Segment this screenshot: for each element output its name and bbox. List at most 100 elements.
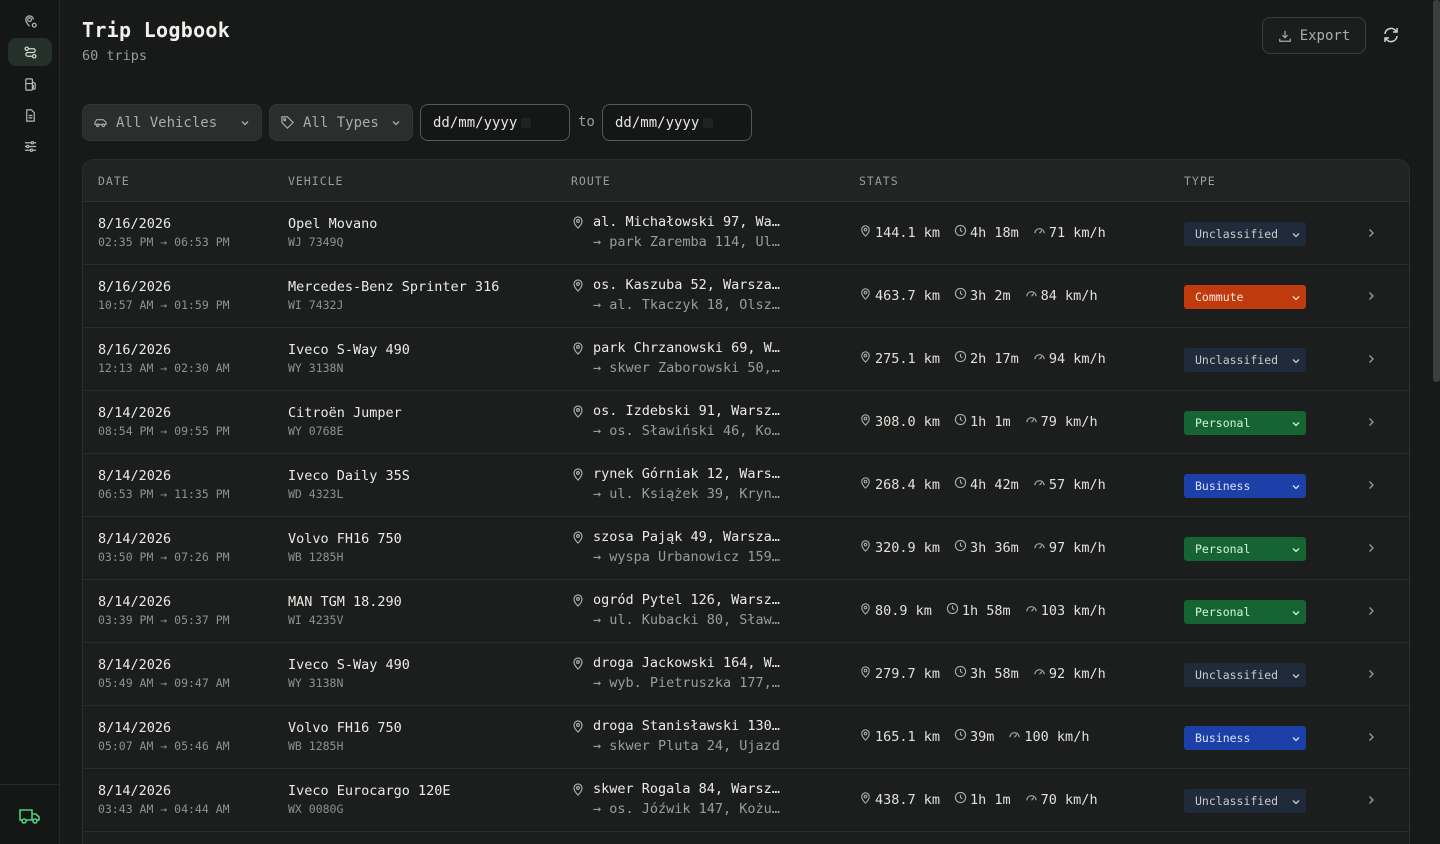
- trip-time-range: 05:07 AM → 05:46 AM: [98, 739, 230, 753]
- map-pin-icon: [571, 340, 585, 355]
- date-to-input[interactable]: dd/mm/yyyy: [602, 104, 752, 141]
- route-to: → os. Sławiński 46, Ko…: [593, 423, 780, 439]
- route-to: → skwer Pluta 24, Ujazd: [593, 738, 780, 754]
- trip-type-label: Personal: [1195, 542, 1251, 556]
- trip-distance: 144.1 km: [875, 224, 941, 241]
- vehicle-filter[interactable]: All Vehicles: [82, 104, 262, 141]
- trip-type-select[interactable]: Unclassified: [1184, 663, 1306, 687]
- trip-duration: 1h 1m: [970, 791, 1011, 808]
- refresh-icon[interactable]: [1382, 26, 1400, 44]
- trip-date: 8/16/2026: [98, 279, 172, 295]
- chevron-right-icon[interactable]: [1365, 224, 1377, 237]
- trip-date: 8/14/2026: [98, 468, 172, 484]
- map-pin-route-icon[interactable]: [8, 7, 52, 35]
- trip-type-select[interactable]: Unclassified: [1184, 789, 1306, 813]
- sliders-icon[interactable]: [8, 132, 52, 160]
- trip-time-range: 03:50 PM → 07:26 PM: [98, 550, 230, 564]
- calendar-icon[interactable]: [521, 117, 532, 128]
- map-pin-icon: [571, 403, 585, 418]
- trip-type-label: Business: [1195, 479, 1251, 493]
- trip-distance: 275.1 km: [875, 350, 941, 367]
- type-filter-label: All Types: [303, 114, 379, 131]
- trip-time-range: 05:49 AM → 09:47 AM: [98, 676, 230, 690]
- route-from: szosa Pająk 49, Warsza…: [593, 529, 780, 545]
- type-filter[interactable]: All Types: [269, 104, 413, 141]
- route-from: os. Izdebski 91, Warsz…: [593, 403, 780, 419]
- route-from: al. Michałowski 97, Wa…: [593, 214, 780, 230]
- chevron-down-icon: [1291, 481, 1301, 491]
- table-header: DATE VEHICLE ROUTE STATS TYPE: [83, 160, 1409, 202]
- trip-avg-speed: 71 km/h: [1048, 224, 1106, 241]
- trip-type-select[interactable]: Unclassified: [1184, 348, 1306, 372]
- table-row[interactable]: 8/14/2026 03:50 PM → 07:26 PM Volvo FH16 7…: [83, 517, 1409, 580]
- trip-duration: 4h 18m: [970, 224, 1019, 241]
- trip-date: 8/14/2026: [98, 531, 172, 547]
- trip-time-range: 10:57 AM → 01:59 PM: [98, 298, 230, 312]
- trip-duration: 3h 58m: [970, 665, 1019, 682]
- trip-duration: 1h 1m: [970, 413, 1011, 430]
- chevron-right-icon[interactable]: [1365, 602, 1377, 615]
- truck-icon[interactable]: [18, 805, 42, 827]
- route-to: → ul. Książek 39, Kryn…: [593, 486, 780, 502]
- map-pin-icon: [571, 592, 585, 607]
- trip-type-select[interactable]: Personal: [1184, 600, 1306, 624]
- chevron-down-icon: [1291, 733, 1301, 743]
- trip-type-select[interactable]: Commute: [1184, 285, 1306, 309]
- clock-icon: [954, 665, 970, 682]
- table-row[interactable]: 8/14/2026 05:49 AM → 09:47 AM Iveco S-Way …: [83, 643, 1409, 706]
- vehicle-plate: WY 0768E: [288, 424, 344, 438]
- chevron-right-icon[interactable]: [1365, 350, 1377, 363]
- trip-stats: 275.1 km 2h 17m 94 km/h: [859, 350, 1120, 367]
- trip-type-select[interactable]: Personal: [1184, 411, 1306, 435]
- fuel-icon[interactable]: [8, 70, 52, 98]
- map-pin-icon: [571, 466, 585, 481]
- vehicle-name: Volvo FH16 750: [288, 720, 402, 736]
- trip-avg-speed: 100 km/h: [1024, 728, 1090, 745]
- trip-count: 60 trips: [82, 48, 148, 64]
- chevron-right-icon[interactable]: [1365, 476, 1377, 489]
- trip-date: 8/14/2026: [98, 720, 172, 736]
- table-row[interactable]: 8/14/2026 06:53 PM → 11:35 PM Iveco Daily …: [83, 454, 1409, 517]
- trip-type-select[interactable]: Business: [1184, 726, 1306, 750]
- scrollbar[interactable]: [1433, 0, 1440, 382]
- trip-duration: 39m: [970, 728, 995, 745]
- chevron-down-icon: [1291, 796, 1301, 806]
- vehicle-plate: WB 1285H: [288, 550, 344, 564]
- export-button[interactable]: Export: [1262, 17, 1366, 54]
- distance-pin-icon: [859, 539, 875, 556]
- speedometer-icon: [1025, 791, 1041, 808]
- vehicle-name: Citroën Jumper: [288, 405, 402, 421]
- table-row[interactable]: 8/14/2026 05:07 AM → 05:46 AM Volvo FH16 7…: [83, 706, 1409, 769]
- trip-date: 8/16/2026: [98, 342, 172, 358]
- table-row[interactable]: 8/14/2026 08:54 PM → 09:55 PM Citroën Jump…: [83, 391, 1409, 454]
- table-row[interactable]: 8/16/2026 10:57 AM → 01:59 PM Mercedes-Ben…: [83, 265, 1409, 328]
- table-row[interactable]: 8/16/2026 12:13 AM → 02:30 AM Iveco S-Way …: [83, 328, 1409, 391]
- chevron-right-icon[interactable]: [1365, 791, 1377, 804]
- trip-date: 8/14/2026: [98, 594, 172, 610]
- chevron-right-icon[interactable]: [1365, 413, 1377, 426]
- vehicle-name: Opel Movano: [288, 216, 378, 232]
- table-row[interactable]: 8/16/2026 02:35 PM → 06:53 PM Opel Movano W…: [83, 202, 1409, 265]
- trip-time-range: 03:43 AM → 04:44 AM: [98, 802, 230, 816]
- chevron-right-icon[interactable]: [1365, 728, 1377, 741]
- table-row[interactable]: 8/14/2026 03:43 AM → 04:44 AM Iveco Euroca…: [83, 769, 1409, 832]
- trip-stats: 308.0 km 1h 1m 79 km/h: [859, 413, 1112, 430]
- date-from-input[interactable]: dd/mm/yyyy: [420, 104, 570, 141]
- trip-date: 8/16/2026: [98, 216, 172, 232]
- chevron-right-icon[interactable]: [1365, 539, 1377, 552]
- trip-type-select[interactable]: Business: [1184, 474, 1306, 498]
- vehicle-plate: WY 3138N: [288, 361, 344, 375]
- speedometer-icon: [1033, 224, 1049, 241]
- clock-icon: [954, 539, 970, 556]
- trip-distance: 320.9 km: [875, 539, 941, 556]
- table-row[interactable]: 8/14/2026 03:39 PM → 05:37 PM MAN TGM 18.2…: [83, 580, 1409, 643]
- trip-avg-speed: 92 km/h: [1048, 665, 1106, 682]
- trip-type-select[interactable]: Unclassified: [1184, 222, 1306, 246]
- chevron-right-icon[interactable]: [1365, 665, 1377, 678]
- chevron-right-icon[interactable]: [1365, 287, 1377, 300]
- trip-type-select[interactable]: Personal: [1184, 537, 1306, 561]
- document-icon[interactable]: [8, 101, 52, 129]
- sidebar: [0, 0, 60, 844]
- calendar-icon[interactable]: [703, 117, 714, 128]
- route-icon[interactable]: [8, 38, 52, 66]
